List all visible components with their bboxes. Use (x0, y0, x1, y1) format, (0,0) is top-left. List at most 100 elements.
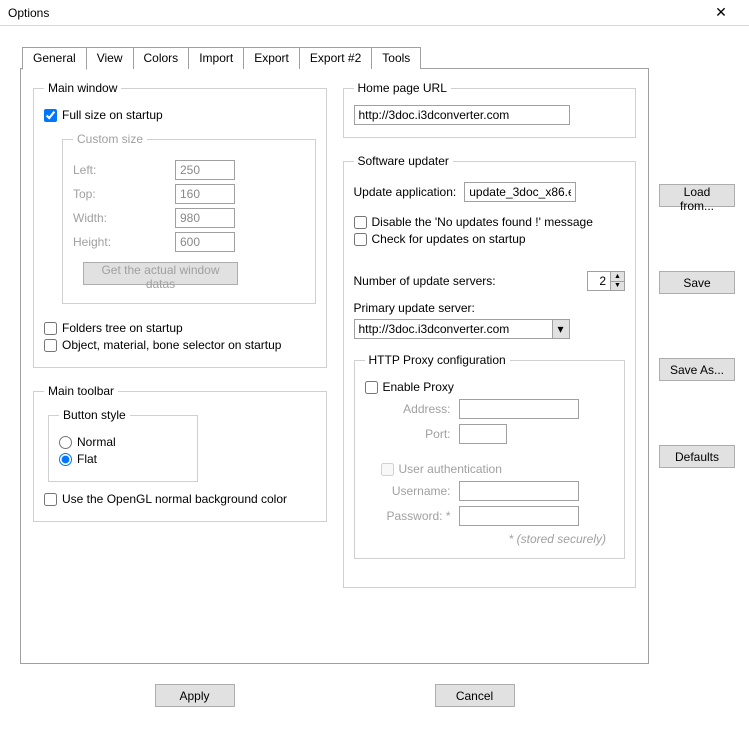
button-style-legend: Button style (59, 408, 130, 422)
flat-label: Flat (77, 452, 97, 466)
proxy-group: HTTP Proxy configuration Enable Proxy Ad… (354, 353, 626, 559)
left-label: Left: (73, 163, 121, 177)
check-startup-checkbox[interactable] (354, 233, 367, 246)
main-window-group: Main window Full size on startup Custom … (33, 81, 327, 368)
save-as-button[interactable]: Save As... (659, 358, 735, 381)
defaults-button[interactable]: Defaults (659, 445, 735, 468)
enable-proxy-checkbox[interactable] (365, 381, 378, 394)
spinner-buttons: ▲ ▼ (610, 272, 624, 290)
user-auth-label: User authentication (399, 462, 502, 476)
main-window-legend: Main window (44, 81, 121, 95)
folders-tree-label: Folders tree on startup (62, 321, 183, 335)
enable-proxy-label: Enable Proxy (383, 380, 454, 394)
proxy-port-input (459, 424, 507, 444)
flat-row: Flat (59, 452, 187, 466)
primary-server-label: Primary update server: (354, 301, 626, 315)
home-page-url-input[interactable] (354, 105, 570, 125)
save-button[interactable]: Save (659, 271, 735, 294)
normal-row: Normal (59, 435, 187, 449)
disable-msg-checkbox[interactable] (354, 216, 367, 229)
folders-tree-row: Folders tree on startup (44, 321, 316, 335)
proxy-address-row: Address: (381, 399, 615, 419)
tab-page-general: Main window Full size on startup Custom … (20, 68, 649, 664)
height-input (175, 232, 235, 252)
left-input (175, 160, 235, 180)
tab-view[interactable]: View (86, 47, 134, 69)
load-from-button[interactable]: Load from... (659, 184, 735, 207)
spinner-down-icon[interactable]: ▼ (611, 281, 624, 291)
updater-legend: Software updater (354, 154, 453, 168)
get-actual-row: Get the actual window datas (73, 262, 305, 291)
check-startup-label: Check for updates on startup (372, 232, 526, 246)
top-label: Top: (73, 187, 121, 201)
proxy-address-label: Address: (381, 402, 451, 416)
update-app-label: Update application: (354, 185, 457, 199)
width-label: Width: (73, 211, 121, 225)
tab-export2[interactable]: Export #2 (299, 47, 372, 69)
apply-button[interactable]: Apply (155, 684, 235, 707)
tab-strip: General View Colors Import Export Export… (22, 47, 649, 69)
proxy-username-row: Username: (381, 481, 615, 501)
num-servers-label: Number of update servers: (354, 274, 588, 288)
proxy-password-row: Password: * (381, 506, 615, 526)
window-title: Options (8, 6, 701, 20)
opengl-row: Use the OpenGL normal background color (44, 492, 316, 506)
proxy-legend: HTTP Proxy configuration (365, 353, 510, 367)
update-app-row: Update application: (354, 182, 626, 202)
custom-size-legend: Custom size (73, 132, 147, 146)
check-startup-row: Check for updates on startup (354, 232, 626, 246)
opengl-label: Use the OpenGL normal background color (62, 492, 287, 506)
top-row: Top: (73, 184, 305, 204)
tab-tools[interactable]: Tools (371, 47, 421, 69)
proxy-username-label: Username: (381, 484, 451, 498)
custom-size-group: Custom size Left: Top: Width: (62, 132, 316, 304)
update-app-input[interactable] (464, 182, 576, 202)
proxy-password-label: Password: * (381, 509, 451, 523)
normal-label: Normal (77, 435, 116, 449)
disable-msg-row: Disable the 'No updates found !' message (354, 215, 626, 229)
content-area: General View Colors Import Export Export… (0, 26, 749, 717)
home-page-legend: Home page URL (354, 81, 451, 95)
user-auth-checkbox (381, 463, 394, 476)
close-icon[interactable]: ✕ (701, 4, 741, 21)
proxy-port-label: Port: (381, 427, 451, 441)
width-row: Width: (73, 208, 305, 228)
opengl-checkbox[interactable] (44, 493, 57, 506)
proxy-address-input (459, 399, 579, 419)
left-panel: Main window Full size on startup Custom … (33, 81, 327, 647)
full-size-checkbox[interactable] (44, 109, 57, 122)
primary-server-value: http://3doc.i3dconverter.com (355, 320, 552, 338)
num-servers-value: 2 (588, 272, 610, 290)
main-column: General View Colors Import Export Export… (20, 46, 649, 707)
top-input (175, 184, 235, 204)
primary-server-combo[interactable]: http://3doc.i3dconverter.com ▾ (354, 319, 570, 339)
folders-tree-checkbox[interactable] (44, 322, 57, 335)
obj-selector-label: Object, material, bone selector on start… (62, 338, 281, 352)
right-panel: Home page URL Software updater Update ap… (343, 81, 637, 647)
obj-selector-checkbox[interactable] (44, 339, 57, 352)
updater-group: Software updater Update application: Dis… (343, 154, 637, 588)
normal-radio[interactable] (59, 436, 72, 449)
button-style-group: Button style Normal Flat (48, 408, 198, 482)
user-auth-row: User authentication (381, 462, 615, 476)
spinner-up-icon[interactable]: ▲ (611, 272, 624, 281)
flat-radio[interactable] (59, 453, 72, 466)
tab-general[interactable]: General (22, 47, 87, 70)
num-servers-spinner[interactable]: 2 ▲ ▼ (587, 271, 625, 291)
tab-colors[interactable]: Colors (133, 47, 190, 69)
cancel-button[interactable]: Cancel (435, 684, 515, 707)
full-size-label: Full size on startup (62, 108, 163, 122)
height-row: Height: (73, 232, 305, 252)
titlebar: Options ✕ (0, 0, 749, 26)
get-actual-button: Get the actual window datas (83, 262, 238, 285)
stored-note: * (stored securely) (365, 532, 607, 546)
side-buttons: Load from... Save Save As... Defaults (659, 46, 735, 707)
chevron-down-icon[interactable]: ▾ (552, 320, 569, 338)
tab-import[interactable]: Import (188, 47, 244, 69)
full-size-row: Full size on startup (44, 108, 316, 122)
bottom-buttons: Apply Cancel (20, 684, 649, 707)
main-toolbar-legend: Main toolbar (44, 384, 118, 398)
main-toolbar-group: Main toolbar Button style Normal Flat (33, 384, 327, 522)
tab-export[interactable]: Export (243, 47, 300, 69)
width-input (175, 208, 235, 228)
